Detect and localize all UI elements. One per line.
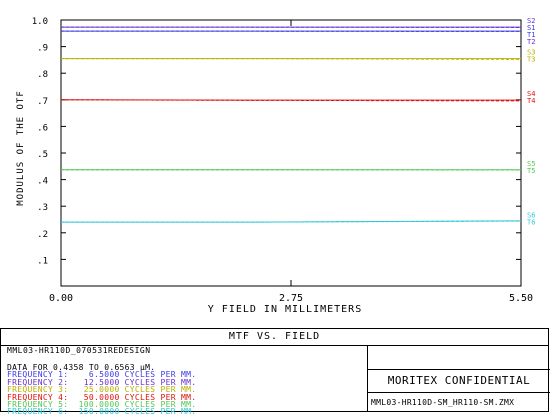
y-tick-label: .6: [37, 123, 48, 133]
y-tick-label: .7: [37, 97, 48, 107]
y-tick-label: .8: [37, 70, 48, 80]
y-tick-label: 1.0: [32, 17, 48, 27]
y-axis-label: MODULUS OF THE OTF: [16, 90, 26, 206]
mtf-chart: 1.0.9.8.7.6.5.4.3.2.10.002.755.50S2S1T1T…: [0, 0, 550, 328]
y-tick-label: .4: [37, 177, 48, 187]
series-label: T5: [527, 167, 535, 175]
x-tick-label: 5.50: [509, 293, 533, 304]
title-block: MORITEX CONFIDENTIAL MML03-HR110D-SM_HR1…: [367, 346, 550, 412]
frequency-line: FREQUENCY 6: 150.0000 CYCLES PER MM.: [7, 408, 196, 415]
plot-frame: [61, 20, 521, 286]
confidential-label: MORITEX CONFIDENTIAL: [368, 369, 550, 393]
y-tick-label: .9: [37, 44, 48, 54]
panel-title: MTF VS. FIELD: [1, 329, 548, 346]
y-tick-label: .1: [37, 256, 48, 266]
y-tick-label: .5: [37, 150, 48, 160]
series-label: T6: [527, 219, 535, 227]
x-tick-label: 0.00: [49, 293, 73, 304]
x-tick-label: 2.75: [279, 293, 303, 304]
frequency-info: DATA FOR 0.4358 TO 0.6563 µM. FREQUENCY …: [7, 364, 196, 416]
series-label: T2: [527, 38, 535, 46]
zmx-file-name: MML03-HR110D-SM_HR110-SM.ZMX: [371, 398, 514, 407]
design-file-name: MML03-HR110D_070531REDESIGN: [7, 346, 151, 355]
x-axis-label: Y FIELD IN MILLIMETERS: [208, 304, 362, 315]
y-tick-label: .2: [37, 230, 48, 240]
y-tick-label: .3: [37, 203, 48, 213]
series-label: T3: [527, 56, 535, 64]
info-panel: MTF VS. FIELD MML03-HR110D_070531REDESIG…: [0, 328, 549, 412]
series-label: T4: [527, 97, 535, 105]
plot-area: 1.0.9.8.7.6.5.4.3.2.10.002.755.50S2S1T1T…: [32, 17, 536, 304]
